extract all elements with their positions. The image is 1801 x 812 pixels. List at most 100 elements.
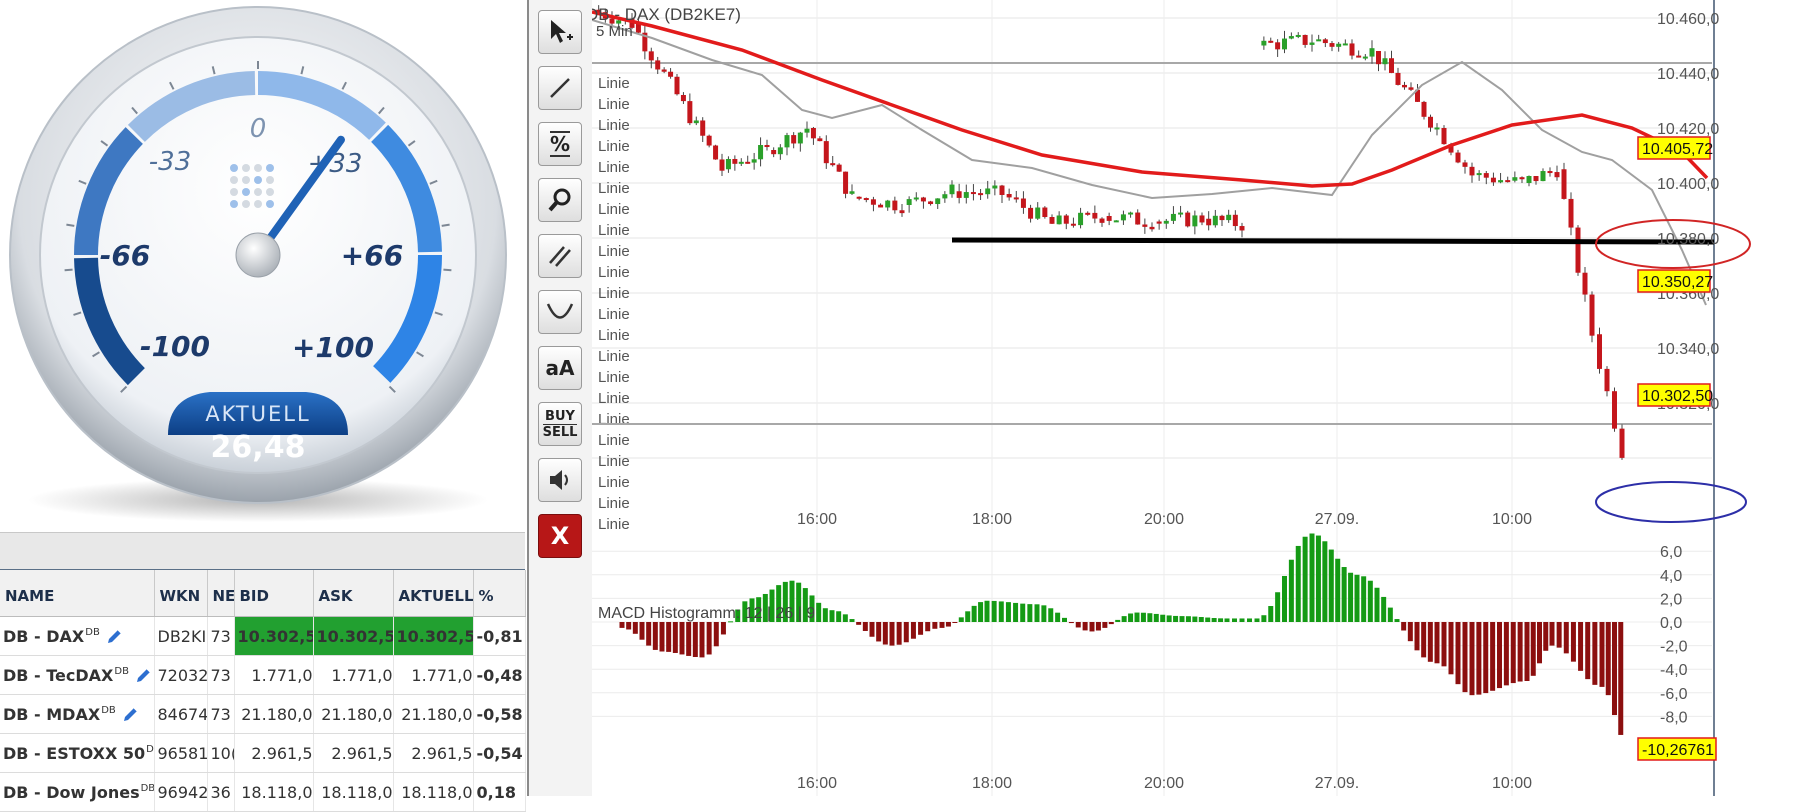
candle-body [1142,224,1148,227]
macd-bar [952,622,958,623]
watchlist-table: NAME WKN NE BID ASK AKTUELL % DB - DAXDB… [0,570,526,812]
time-tick-label: 20:00 [1144,775,1184,792]
row-ask: 10.302,5 [313,616,394,656]
line-label: Linie [598,453,630,470]
candle-body [1369,48,1375,57]
support-trendline[interactable] [951,237,1715,245]
row-pct: -0,54 [473,733,526,773]
candle-body [1128,212,1134,215]
buy-sell-button[interactable]: BUY SELL [538,402,582,446]
col-header-wkn[interactable]: WKN [154,570,208,617]
close-chart-button[interactable]: X [538,514,582,558]
edit-pencil-icon[interactable] [106,627,124,645]
macd-bar [1166,615,1172,622]
text-tool-button[interactable]: aA [538,346,582,390]
candle-body [949,184,955,195]
line-label: Linie [598,327,630,344]
candle-body [1568,198,1574,228]
zoom-tool-button[interactable] [538,178,582,222]
macd-tick-label: -6,0 [1660,686,1688,703]
gauge-tick [441,223,450,227]
gauge-dot [242,188,250,196]
macd-bar [1618,622,1624,735]
candle-body [1612,391,1617,429]
watchlist-row[interactable]: DB - TecDAXDB 72032 73 1.771,0 1.771,0 1.771,… [0,655,526,695]
macd-bar [1469,622,1475,696]
line-draw-icon [550,78,570,98]
candle-body [1382,58,1388,65]
row-ask: 1.771,0 [313,655,394,695]
macd-bar [1295,545,1301,622]
row-name[interactable]: DB - TecDAXDB [0,655,155,695]
macd-bar [1254,618,1260,622]
price-chart[interactable]: Linie Linie Linie Linie Linie Linie Linie Linie… [592,0,1801,796]
macd-bar [1034,604,1040,622]
candle-body [758,145,764,160]
macd-bar [639,622,645,640]
line-label: Linie [598,348,630,365]
candle-body [1106,216,1112,221]
macd-bar [1185,616,1191,622]
macd-bar [1192,616,1198,622]
row-wkn: 72032 [154,655,208,695]
candle-body [1092,212,1098,219]
parallel-lines-tool-button[interactable] [538,234,582,278]
macd-bar [1585,622,1591,680]
price-tick-label: 10.340,0 [1657,341,1719,358]
cursor-plus-icon [551,20,573,43]
col-header-bid[interactable]: BID [234,570,314,617]
sentiment-gauge-panel: -100 -66 -33 0 +33 +66 +100 AKTUELL 26,4… [0,0,525,530]
candle-body [1362,56,1368,59]
line-tool-button[interactable] [538,66,582,110]
watchlist-row[interactable]: DB - MDAXDB 84674 73 21.180,0 21.180,0 21.180… [0,694,526,734]
row-name[interactable]: DB - MDAXDB [0,694,155,734]
candle-body [751,159,757,163]
macd-bar [1578,622,1584,671]
macd-bar [1441,622,1447,667]
candle-body [992,185,998,189]
watchlist-row[interactable]: DB - ESTOXX 50DB9658110(2.961,52.961,52.… [0,733,526,773]
sound-button[interactable] [538,458,582,502]
macd-bar [1020,603,1026,622]
macd-bar [1173,615,1179,622]
macd-bar [1322,541,1328,622]
time-tick-label: 16:00 [797,511,837,528]
col-header-pct[interactable]: % [473,570,526,617]
col-header-aktuell[interactable]: AKTUELL [393,570,474,617]
row-name[interactable]: DB - Dow JonesDB [0,772,155,812]
gauge-dot [242,200,250,208]
candle-body [1268,40,1274,43]
macd-bar [1374,587,1380,622]
macd-bar [1381,596,1387,622]
row-name[interactable]: DB - ESTOXX 50DB [0,733,155,773]
macd-bar [1082,622,1088,631]
candle-body [1035,207,1041,219]
chart-title: DB - DAX (DB2KE7) [592,5,741,24]
row-name[interactable]: DB - DAXDB [0,616,155,656]
candle-body [1170,213,1176,221]
candle-body [1020,198,1026,208]
candle-body [1329,43,1335,47]
price-tag-text: 10.350,27 [1642,274,1713,291]
row-name-sup: DB [101,705,116,717]
line-label: Linie [598,96,630,113]
col-header-name[interactable]: NAME [0,570,155,617]
line-label: Linie [598,138,630,155]
select-tool-button[interactable] [538,10,582,54]
edit-pencil-icon[interactable] [135,666,153,684]
candle-body [1455,152,1461,163]
candle-body [732,158,738,164]
macd-bar [1239,618,1245,622]
watchlist-row[interactable]: DB - DAXDB DB2KI 73 10.302,5 10.302,5 10.302,… [0,616,526,656]
watchlist-row[interactable]: DB - Dow JonesDB 96942 36 18.118,0 18.118,0 1… [0,772,526,812]
candle-body [764,145,770,148]
time-tick-label: 18:00 [972,775,1012,792]
edit-pencil-icon[interactable] [122,705,140,723]
candle-body [1428,116,1433,128]
col-header-ask[interactable]: ASK [313,570,394,617]
macd-bar [1549,622,1555,646]
col-header-ne[interactable]: NE [207,570,235,617]
macd-bar [1232,618,1237,622]
percent-tool-button[interactable]: % [538,122,582,166]
arc-tool-button[interactable] [538,290,582,334]
